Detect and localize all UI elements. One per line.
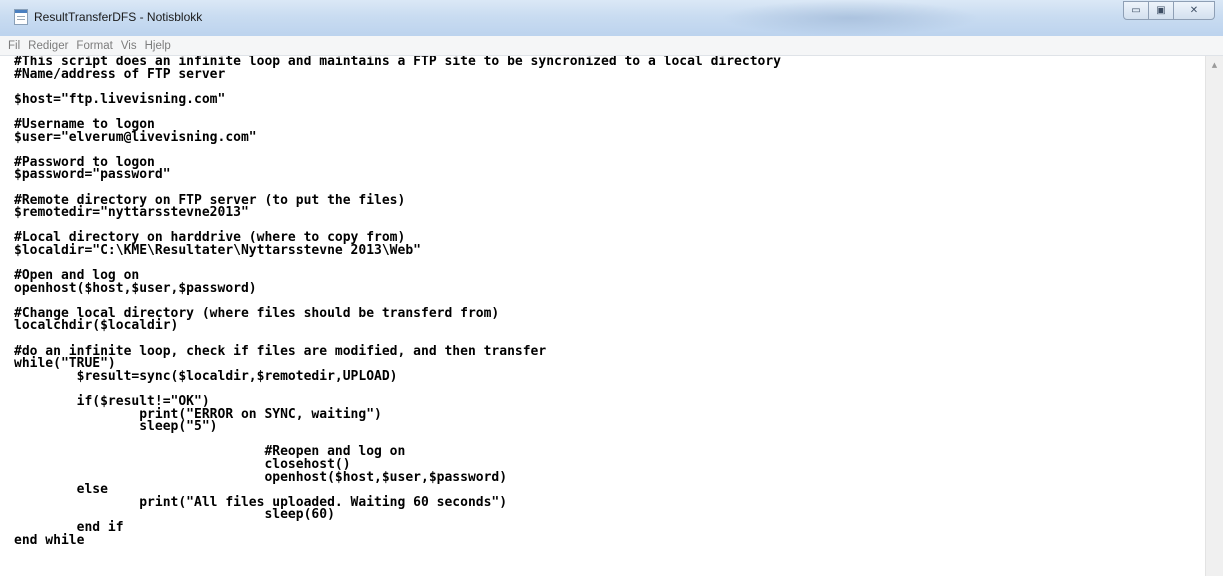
title-bar[interactable]: ResultTransferDFS - Notisblokk ▭ ▣ ✕ <box>0 0 1223 37</box>
maximize-icon: ▣ <box>1156 5 1166 16</box>
menu-bar: Fil Rediger Format Vis Hjelp <box>0 36 1223 56</box>
code-line: #Change local directory (where files sho… <box>14 305 500 321</box>
code-line: localchdir($localdir) <box>14 318 179 334</box>
code-line: sleep(60) <box>14 507 335 523</box>
code-line: $password="password" <box>14 167 171 183</box>
scroll-up-button[interactable]: ▲ <box>1206 56 1223 73</box>
code-line: #Password to logon <box>14 154 155 170</box>
menu-file[interactable]: Fil <box>8 40 20 52</box>
minimize-button[interactable]: ▭ <box>1123 1 1149 20</box>
menu-format[interactable]: Format <box>76 40 112 52</box>
code-line: $result=sync($localdir,$remotedir,UPLOAD… <box>14 368 398 384</box>
code-line: $remotedir="nyttarsstevne2013" <box>14 205 249 221</box>
maximize-button[interactable]: ▣ <box>1148 1 1174 20</box>
window-title: ResultTransferDFS - Notisblokk <box>34 10 203 24</box>
notepad-app-icon[interactable] <box>14 9 28 25</box>
code-line: #Name/address of FTP server <box>14 66 226 82</box>
code-line: end while <box>14 532 85 548</box>
code-line: openhost($host,$user,$password) <box>14 280 257 296</box>
code-line: openhost($host,$user,$password) <box>14 469 508 485</box>
notepad-window: ResultTransferDFS - Notisblokk ▭ ▣ ✕ Fil… <box>0 0 1223 576</box>
menu-help[interactable]: Hjelp <box>145 40 171 52</box>
code-line: end if <box>14 519 124 535</box>
code-line: sleep("5") <box>14 419 218 435</box>
menu-edit[interactable]: Rediger <box>28 40 68 52</box>
code-line: $localdir="C:\KME\Resultater\Nyttarsstev… <box>14 242 421 258</box>
script-text[interactable]: #This script does an infinite loop and m… <box>0 56 1205 547</box>
text-editor-area[interactable]: #This script does an infinite loop and m… <box>0 56 1205 576</box>
menu-view[interactable]: Vis <box>121 40 137 52</box>
close-icon: ✕ <box>1189 5 1199 16</box>
minimize-icon: ▭ <box>1131 5 1141 16</box>
close-button[interactable]: ✕ <box>1173 1 1215 20</box>
scroll-up-arrow-icon: ▲ <box>1211 60 1218 69</box>
code-line: $user="elverum@livevisning.com" <box>14 129 257 145</box>
code-line: #do an infinite loop, check if files are… <box>14 343 547 359</box>
code-line: $host="ftp.livevisning.com" <box>14 91 226 107</box>
window-controls: ▭ ▣ ✕ <box>1123 1 1215 21</box>
vertical-scrollbar[interactable]: ▲ <box>1205 56 1223 576</box>
